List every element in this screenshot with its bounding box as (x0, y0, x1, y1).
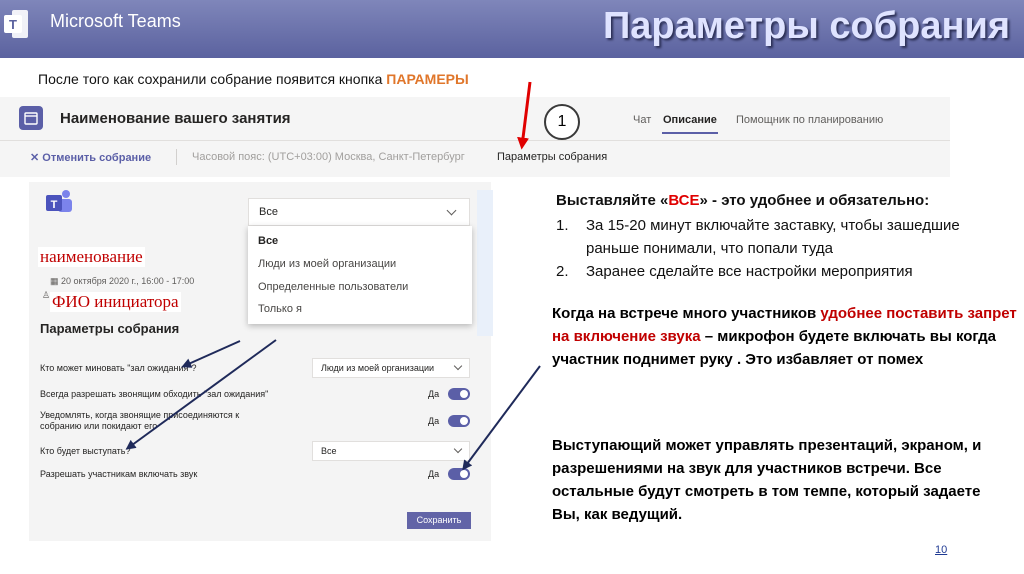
meeting-options-button[interactable]: Параметры собрания (497, 151, 607, 163)
tab-chat[interactable]: Чат (633, 114, 651, 126)
presenters-label: Кто будет выступать? (40, 446, 131, 456)
options-title: Параметры собрания (40, 321, 180, 336)
notify-toggle[interactable] (448, 415, 470, 427)
step-badge: 1 (544, 104, 580, 140)
dropdown-option-all[interactable]: Все (258, 235, 278, 247)
svg-text:T: T (51, 199, 58, 211)
subtitle-highlight: ПАРАМЕРЫ (386, 71, 469, 87)
save-button[interactable]: Сохранить (407, 512, 471, 529)
teams-icon: T (46, 190, 72, 212)
list-item: Заранее сделайте все настройки мероприят… (586, 263, 913, 280)
list-item: За 15-20 минут включайте заставку, чтобы… (586, 217, 960, 257)
notify-value: Да (428, 416, 440, 426)
notes-presenter-paragraph: Выступающий может управлять презентаций,… (552, 437, 982, 523)
dropdown-highlight-frame (477, 190, 493, 336)
annotation-name-label: наименование (38, 247, 145, 267)
unmute-label: Разрешать участникам включать звук (40, 469, 198, 479)
chevron-down-icon (453, 444, 463, 454)
slide-subtitle: После того как сохранили собрание появит… (38, 71, 469, 87)
svg-text:T: T (9, 17, 17, 32)
lobby-bypass-label: Кто может миновать "зал ожидания"? (40, 363, 197, 373)
notes-heading: Выставляйте «ВСЕ» - это удобнее и обязат… (556, 192, 929, 209)
callers-bypass-label: Всегда разрешать звонящим обходить "зал … (40, 389, 269, 399)
presenters-value: Все (321, 446, 337, 456)
notes-heading-prefix: Выставляйте « (556, 192, 669, 209)
cancel-meeting-button[interactable]: ✕ Отменить собрание (30, 151, 151, 164)
dropdown-option-specific[interactable]: Определенные пользователи (258, 281, 408, 293)
callers-bypass-value: Да (428, 389, 440, 399)
slide-title: Параметры собрания (602, 5, 1010, 47)
close-icon: ✕ (30, 152, 43, 164)
unmute-toggle[interactable] (448, 468, 470, 480)
active-tab-indicator (662, 132, 718, 134)
lobby-bypass-select[interactable]: Люди из моей организации (312, 358, 470, 378)
timezone-text: Часовой пояс: (UTC+03:00) Москва, Санкт-… (192, 151, 465, 163)
lobby-bypass-dropdown[interactable]: Все (248, 198, 470, 226)
calendar-small-icon: ▦ (50, 276, 62, 286)
dropdown-option-only-me[interactable]: Только я (258, 303, 302, 315)
page-number: 10 (935, 544, 948, 556)
cancel-meeting-label: Отменить собрание (42, 152, 152, 164)
notify-label-line1: Уведомлять, когда звонящие присоединяютс… (40, 410, 240, 420)
meeting-name: Наименование вашего занятия (60, 110, 291, 127)
notes-mute-paragraph: Когда на встрече много участников удобне… (552, 302, 1022, 371)
list-item-number: 1. (556, 217, 569, 234)
divider (176, 149, 177, 165)
chevron-down-icon (446, 205, 457, 216)
divider (0, 140, 950, 141)
dropdown-selected-value: Все (259, 206, 278, 218)
person-icon: ♙ (42, 290, 51, 300)
mute-text-prefix: Когда на встрече много участников (552, 305, 821, 322)
dropdown-menu: Все Люди из моей организации Определенны… (248, 226, 472, 324)
subtitle-text: После того как сохранили собрание появит… (38, 71, 387, 87)
calendar-icon (19, 106, 43, 130)
unmute-value: Да (428, 469, 440, 479)
lobby-bypass-value: Люди из моей организации (321, 363, 435, 373)
notes-heading-suffix: » - это удобнее и обязательно: (699, 192, 930, 209)
callers-bypass-toggle[interactable] (448, 388, 470, 400)
tab-description[interactable]: Описание (663, 114, 717, 126)
notes-heading-highlight: ВСЕ (668, 192, 700, 209)
meeting-bar (0, 97, 950, 177)
list-item-number: 2. (556, 263, 569, 280)
tab-scheduling-assistant[interactable]: Помощник по планированию (736, 114, 883, 126)
annotation-initiator-label: ФИО инициатора (50, 292, 181, 312)
meeting-date: ▦ 20 октября 2020 г., 16:00 - 17:00 (50, 276, 194, 287)
teams-logo-icon: T (4, 10, 28, 38)
meeting-date-text: 20 октября 2020 г., 16:00 - 17:00 (61, 276, 195, 286)
presenters-select[interactable]: Все (312, 441, 470, 461)
chevron-down-icon (453, 361, 463, 371)
notify-label-line2: собранию или покидают его (40, 421, 158, 431)
app-name: Microsoft Teams (50, 11, 181, 31)
dropdown-option-org[interactable]: Люди из моей организации (258, 258, 396, 270)
